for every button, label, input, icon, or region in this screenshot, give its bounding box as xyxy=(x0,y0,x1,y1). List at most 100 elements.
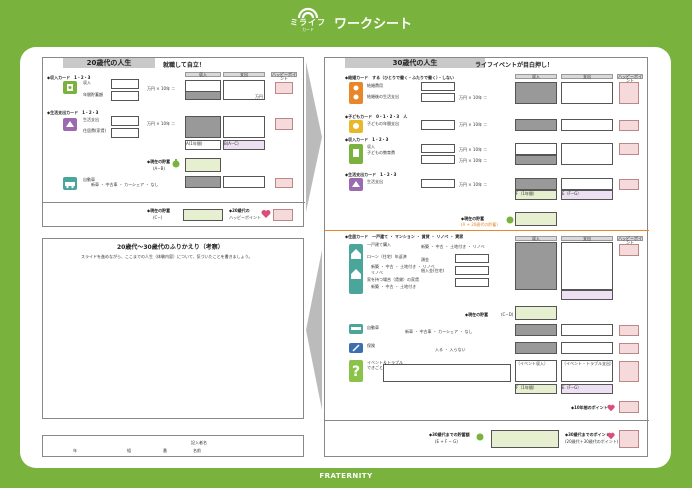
entry-field[interactable] xyxy=(619,120,639,131)
entry-field[interactable] xyxy=(619,361,639,382)
entry-field[interactable] xyxy=(561,242,613,290)
entry-field[interactable] xyxy=(455,266,489,275)
arrow-left-bottom xyxy=(306,250,322,410)
life-card-label: ◆生活支出カード 1・2・3 xyxy=(47,110,99,115)
entry-field[interactable] xyxy=(561,342,613,354)
right-income-l1: 収入 xyxy=(367,144,375,149)
right-event-sub: できごと xyxy=(367,365,383,370)
col-income: 収入 xyxy=(185,72,221,77)
entry-field[interactable] xyxy=(421,179,455,188)
divider xyxy=(43,202,305,203)
happy-box-life[interactable] xyxy=(275,118,293,130)
entry-field[interactable] xyxy=(561,290,613,300)
final-savings-box[interactable] xyxy=(491,430,559,448)
entry-field[interactable] xyxy=(619,325,639,336)
entry-field[interactable] xyxy=(111,116,139,126)
entry-field[interactable] xyxy=(515,212,557,226)
right-house-opts: 新築 ・ 中古 ・ 土地付き ・ リノベ xyxy=(421,244,485,249)
name-field[interactable] xyxy=(213,439,301,455)
name-row-class: 組 xyxy=(127,448,131,453)
footer-brand: FRATERNITY xyxy=(319,472,373,480)
happy-box-car[interactable] xyxy=(275,178,293,188)
entry-field[interactable] xyxy=(561,178,613,190)
entry-field[interactable] xyxy=(561,82,613,104)
review-title: 20歳代〜30歳代のふりかえり（考察） xyxy=(117,244,224,251)
rainbow-icon xyxy=(297,7,319,18)
entry-field[interactable] xyxy=(455,278,489,287)
entry-field[interactable] xyxy=(111,128,139,138)
col-happy: ハッピーポイント xyxy=(271,72,297,81)
right-sum-label: F（1年間） xyxy=(516,191,537,196)
entry-field[interactable] xyxy=(515,143,557,155)
entry-field[interactable] xyxy=(561,324,613,336)
entry-field[interactable] xyxy=(223,176,265,188)
income-input[interactable] xyxy=(111,79,139,89)
entry-field[interactable] xyxy=(619,343,639,354)
right-savings-sub: (A + 20歳代の貯蓄) xyxy=(461,222,498,227)
happy-box-marriage[interactable] xyxy=(619,82,639,104)
entry-field[interactable] xyxy=(455,254,489,263)
right-house-l3: 家を持つ場合（賃貸）の家賃 xyxy=(367,277,419,282)
mirai-logo: ミライフ カード xyxy=(287,6,329,38)
left-top-savings-formula: (A−B) xyxy=(153,166,165,171)
entry-field xyxy=(515,242,557,290)
review-textarea[interactable] xyxy=(49,263,297,413)
logo-subtext: カード xyxy=(302,27,314,32)
entry-field[interactable] xyxy=(619,179,639,190)
savings-now-box[interactable] xyxy=(185,158,221,172)
marriage-icon xyxy=(349,82,363,104)
name-row-number: 番 xyxy=(163,448,167,453)
savings-footer-box[interactable] xyxy=(183,209,223,221)
entry-field[interactable] xyxy=(111,91,139,101)
happy-total-box[interactable] xyxy=(273,209,293,221)
right-col-happy: ハッピーポイント xyxy=(617,236,643,245)
logo-text: ミライフ xyxy=(290,18,326,27)
col-expense: 支出 xyxy=(223,72,265,77)
twenties-tab: 20歳代の人生 xyxy=(63,58,155,68)
review-panel: 20歳代〜30歳代のふりかえり（考察） スライドを進めながら、ここまでの人生（体… xyxy=(42,238,304,419)
left-top-unit-man: 万円 × 10年 ＝ xyxy=(147,121,176,126)
heart-icon-10yr xyxy=(607,404,615,412)
left-top-unit-man: 万円 × 10年 ＝ xyxy=(147,86,176,91)
right-house-opt1: 頭金 xyxy=(421,257,429,262)
entry-field[interactable] xyxy=(421,93,455,102)
life-icon-30s xyxy=(349,178,363,191)
left-top-income-label: 収入 xyxy=(83,80,91,85)
right-unit-man: 万円 × 10年 ＝ xyxy=(459,95,488,100)
right-col-expense: 支出 xyxy=(561,236,613,241)
entry-field[interactable] xyxy=(561,119,613,131)
entry-field xyxy=(515,82,557,104)
right-final-happy: ◆30歳代までのポイント xyxy=(565,432,610,437)
entry-field[interactable] xyxy=(561,143,613,165)
right-ins-options: 入る ・ 入らない xyxy=(435,347,466,352)
entry-field[interactable] xyxy=(223,116,265,138)
car-icon-30s xyxy=(349,324,363,334)
left-top-savings-footer: ◆現在の貯蓄 xyxy=(147,208,171,213)
name-row-name-note: 記入者名 xyxy=(191,440,207,445)
right-final-formula: (E + F − G) xyxy=(435,439,458,444)
right-unit-man: 万円 × 10年 ＝ xyxy=(459,158,488,163)
heart-icon xyxy=(261,209,271,219)
twenties-heading: 就職して自立！ xyxy=(163,62,205,69)
happy-box-income[interactable] xyxy=(275,82,293,94)
entry-field[interactable] xyxy=(421,144,455,153)
money-bag-icon-final xyxy=(475,431,485,441)
thirties-heading: ライフイベントが目白押し！ xyxy=(475,62,554,69)
entry-field[interactable] xyxy=(619,244,639,256)
entry-field[interactable] xyxy=(619,401,639,413)
money-bag-icon xyxy=(171,158,181,168)
entry-field[interactable] xyxy=(421,120,455,130)
entry-field[interactable] xyxy=(619,143,639,155)
entry-field xyxy=(515,178,557,190)
right-col-happy: ハッピーポイント xyxy=(617,74,643,83)
event-text-field[interactable] xyxy=(383,364,511,382)
entry-field[interactable] xyxy=(515,306,557,320)
right-car-options: 新車 ・ 中古車 ・ カーシェア ・ なし xyxy=(405,329,473,334)
right-life-l1: 生活支出 xyxy=(367,179,383,184)
twenties-panel: 20歳代の人生 就職して自立！ 収入 支出 ハッピーポイント ◆収入カード 1・… xyxy=(42,57,305,227)
final-happy-box[interactable] xyxy=(619,430,639,448)
income-icon xyxy=(63,81,77,94)
entry-field[interactable] xyxy=(421,82,455,91)
entry-field xyxy=(185,176,221,188)
entry-field[interactable] xyxy=(421,155,455,164)
